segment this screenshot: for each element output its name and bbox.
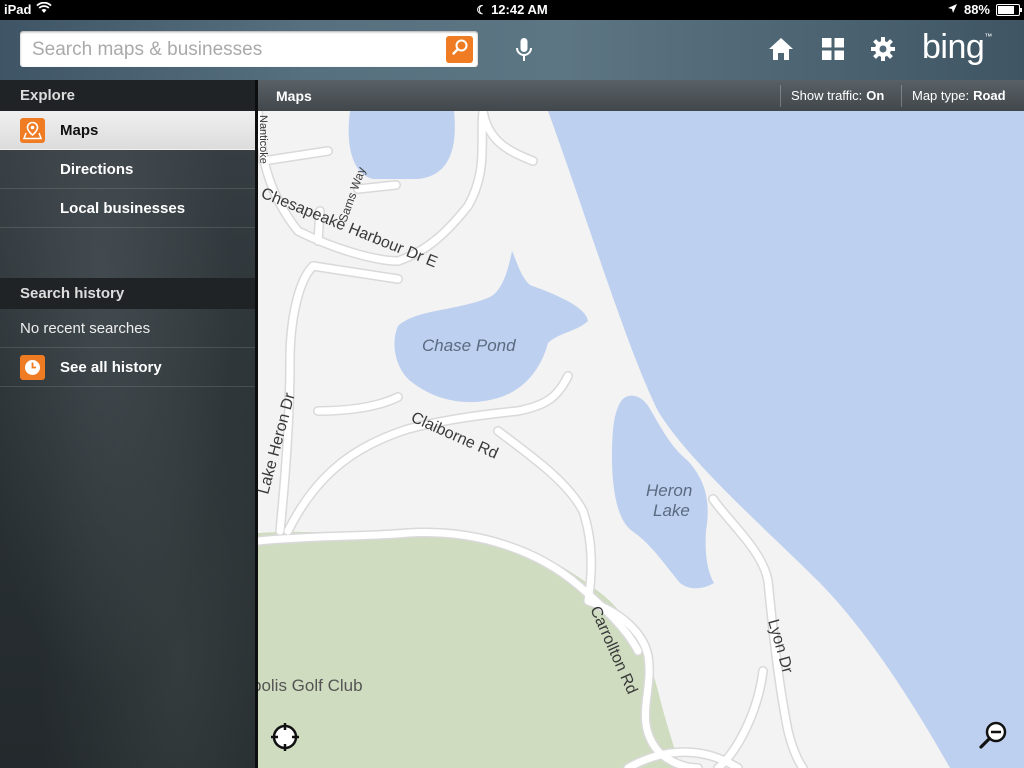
zoom-out-button[interactable] <box>978 720 1010 752</box>
moon-icon: ☾ <box>476 3 488 17</box>
grid-icon[interactable] <box>818 34 848 64</box>
search-icon <box>451 38 469 61</box>
search-input[interactable] <box>30 31 434 69</box>
search-button[interactable] <box>446 36 473 63</box>
gear-icon[interactable] <box>868 34 898 64</box>
map-label-lyon: Lyon Dr <box>764 617 796 676</box>
map-pin-icon <box>20 118 45 143</box>
no-recent-searches: No recent searches <box>0 309 255 348</box>
battery-percent: 88% <box>963 2 990 17</box>
sidebar-item-local-businesses[interactable]: Local businesses <box>0 189 255 228</box>
map-drawing: Nanticoke Sams Way Chesapeake Harbour Dr… <box>258 111 1024 768</box>
sidebar-item-maps[interactable]: Maps <box>0 111 255 150</box>
app-toolbar: bing™ <box>0 20 1024 80</box>
sidebar-item-label: Directions <box>60 161 134 178</box>
search-history-header: Search history <box>0 278 255 309</box>
bing-logo-text: bing <box>922 28 985 66</box>
map-label-top-road: Nanticoke <box>258 115 269 164</box>
map-header: Maps Show traffic: On Map type: Road <box>258 80 1024 112</box>
search-box <box>20 31 478 69</box>
sidebar-item-directions[interactable]: Directions <box>0 150 255 189</box>
traffic-toggle[interactable]: Show traffic: On <box>791 88 884 103</box>
location-arrow-icon <box>947 2 958 17</box>
chase-pond <box>394 251 588 403</box>
microphone-icon[interactable] <box>512 36 536 66</box>
traffic-label: Show traffic: <box>791 88 863 103</box>
sidebar-item-label: See all history <box>60 359 162 376</box>
sidebar: Explore Maps Directions Local businesses… <box>0 80 255 768</box>
map-type-selector[interactable]: Map type: Road <box>912 88 1006 103</box>
map-label-chase-pond: Chase Pond <box>422 336 516 355</box>
map-label-lake-heron: Lake Heron Dr <box>258 390 299 496</box>
header-divider <box>901 85 902 107</box>
sidebar-item-label: Maps <box>60 122 99 139</box>
battery-level <box>998 5 1014 14</box>
header-divider <box>780 85 781 107</box>
status-bar: iPad ☾ 12:42 AM 88% <box>0 0 1024 20</box>
sidebar-item-label: Local businesses <box>60 200 186 217</box>
map-label-heron: Heron <box>646 481 692 500</box>
explore-header: Explore <box>0 80 255 111</box>
traffic-value: On <box>866 88 885 103</box>
clock: 12:42 AM <box>491 2 548 17</box>
map-type-value: Road <box>973 88 1006 103</box>
see-all-history-button[interactable]: See all history <box>0 348 255 387</box>
locate-me-button[interactable] <box>270 722 302 754</box>
map-title: Maps <box>276 88 312 104</box>
map-label-golf-club: polis Golf Club <box>258 676 363 695</box>
map-label-lake: Lake <box>653 501 690 520</box>
map-canvas[interactable]: Nanticoke Sams Way Chesapeake Harbour Dr… <box>258 111 1024 768</box>
map-type-label: Map type: <box>912 88 970 103</box>
clock-icon <box>20 355 45 380</box>
battery-icon <box>996 3 1022 16</box>
bing-logo[interactable]: bing™ <box>922 28 992 67</box>
home-icon[interactable] <box>766 34 796 64</box>
